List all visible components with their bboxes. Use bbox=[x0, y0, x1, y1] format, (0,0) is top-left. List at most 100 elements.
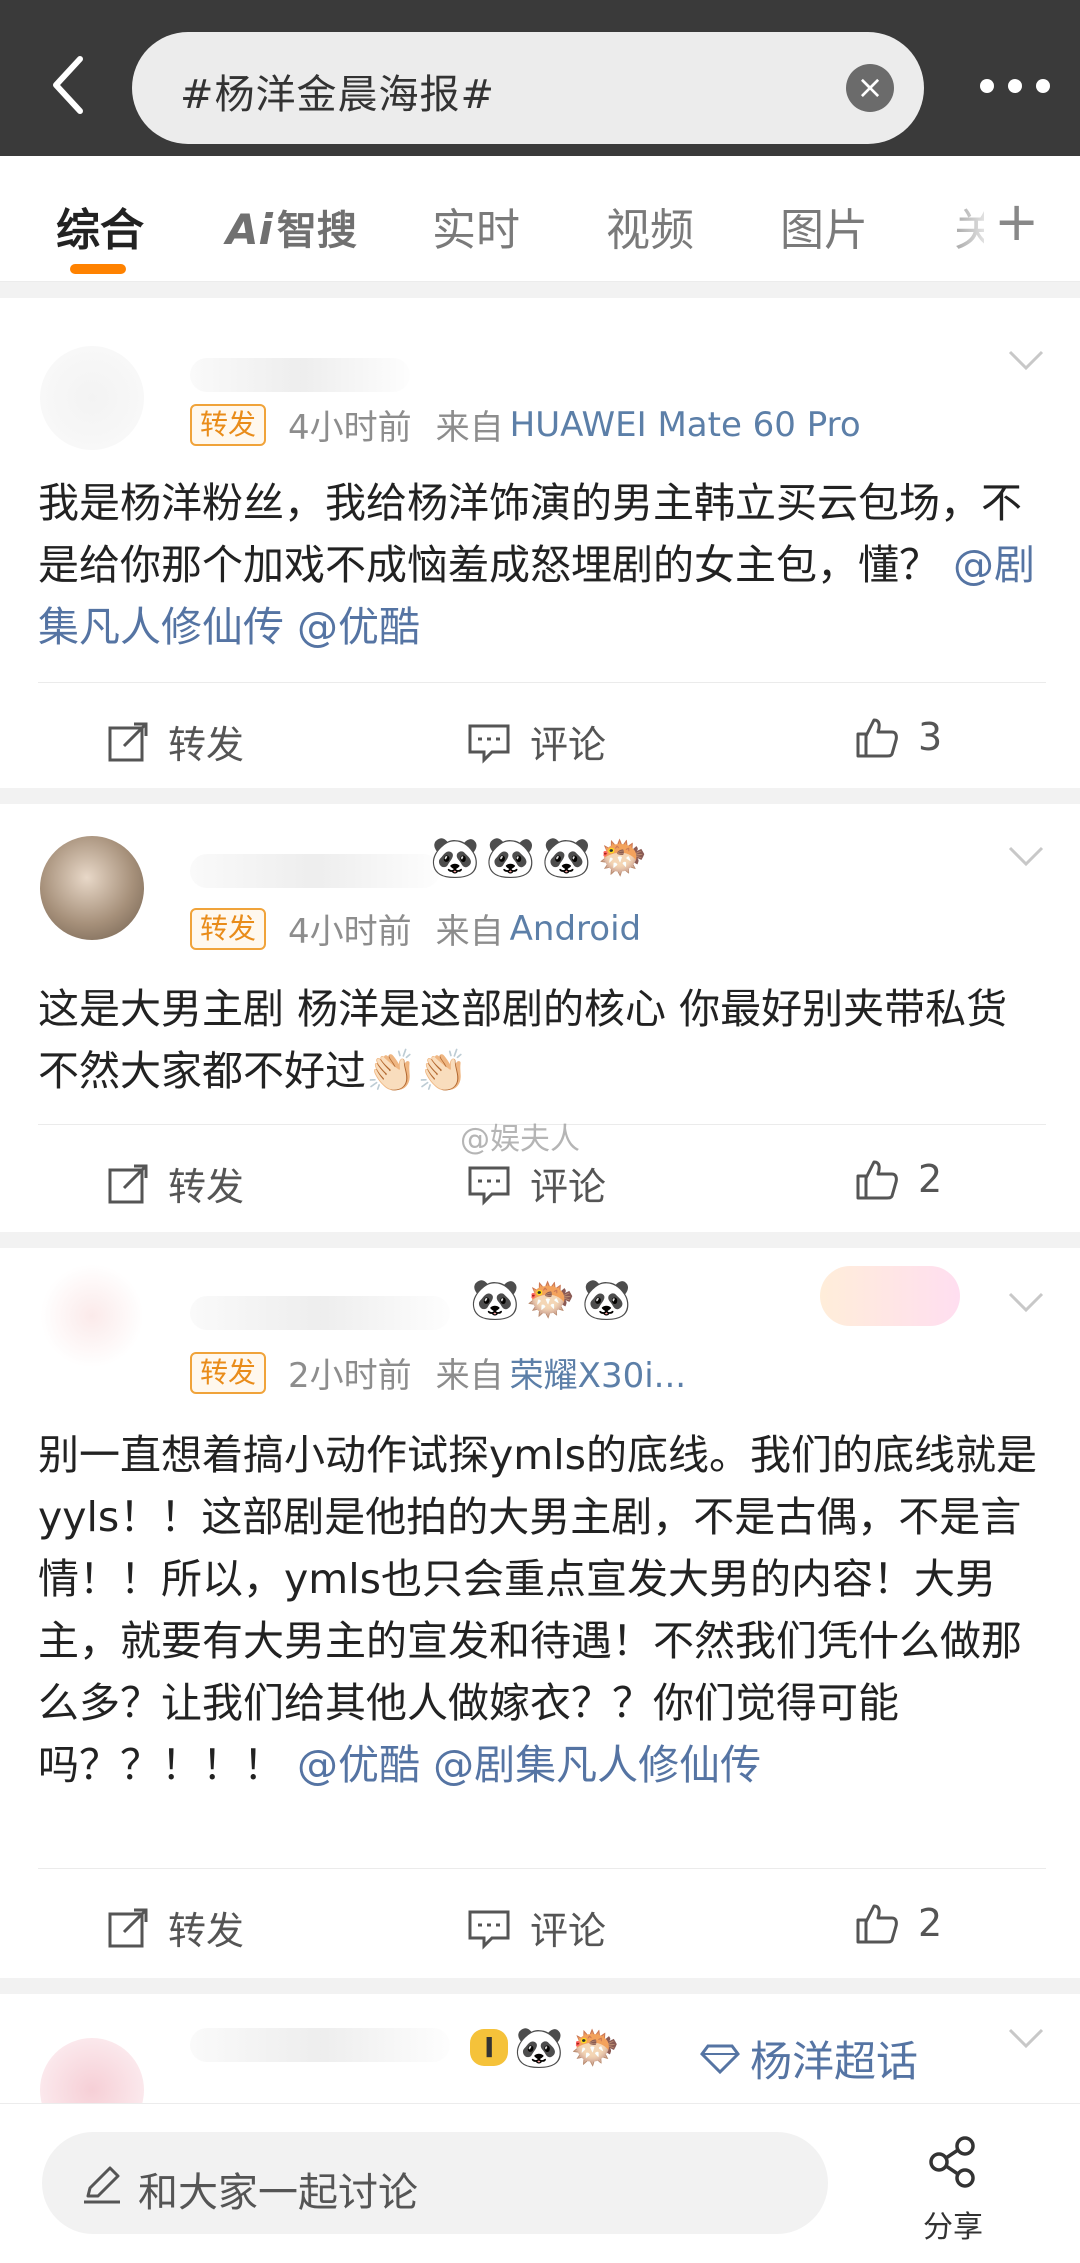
avatar[interactable] bbox=[40, 2038, 144, 2104]
panda-icon: 🐼 bbox=[581, 1277, 632, 1323]
comment-button[interactable]: 评论 bbox=[466, 1156, 606, 1211]
repost-icon bbox=[108, 1164, 148, 1203]
tab-video[interactable]: 视频 bbox=[606, 194, 694, 258]
share-label: 分享 bbox=[923, 2210, 983, 2245]
decoration-badge bbox=[820, 1266, 960, 1326]
divider bbox=[38, 682, 1046, 683]
like-count: 2 bbox=[918, 1157, 943, 1201]
username-blurred[interactable] bbox=[190, 1296, 450, 1330]
comment-icon bbox=[468, 1910, 510, 1950]
repost-button[interactable]: 转发 bbox=[106, 714, 244, 769]
post-time: 2小时前 bbox=[288, 1356, 412, 1396]
thumbs-up-icon bbox=[856, 718, 898, 758]
post-source[interactable]: 荣耀X30i... bbox=[510, 1348, 686, 1397]
chevron-down-icon[interactable] bbox=[1006, 842, 1046, 872]
discuss-placeholder: 和大家一起讨论 bbox=[138, 2170, 418, 2216]
post-text: 这是大男主剧 杨洋是这部剧的核心 你最好别夹带私货 不然大家都不好过👏🏻👏🏻 bbox=[38, 985, 1008, 1095]
user-badges: 🐼 🐼 🐼 🐡 bbox=[430, 834, 647, 881]
tab-ai-search[interactable]: Ai 智搜 bbox=[226, 198, 357, 256]
post-text: 别一直想着搞小动作试探ymls的底线。我们的底线就是yyls！！这部剧是他拍的大… bbox=[38, 1431, 1037, 1789]
action-bar: 转发 评论 2 bbox=[0, 1870, 1080, 1980]
mention-link[interactable]: @优酷 bbox=[297, 603, 420, 651]
comment-icon bbox=[468, 1166, 510, 1206]
username-blurred[interactable] bbox=[190, 358, 410, 392]
like-count: 2 bbox=[918, 1901, 943, 1945]
divider bbox=[38, 1868, 1046, 1869]
username-blurred[interactable] bbox=[190, 2028, 450, 2062]
chevron-down-icon[interactable] bbox=[1006, 2024, 1046, 2054]
post-card[interactable]: 🐼 🐼 🐼 🐡 转发 4小时前 来自 Android 这是大男主剧 杨洋是这部剧… bbox=[0, 804, 1080, 1232]
back-button[interactable] bbox=[38, 50, 98, 120]
repost-button[interactable]: 转发 bbox=[106, 1156, 244, 1211]
comment-button[interactable]: 评论 bbox=[466, 714, 606, 769]
from-label: 来自 bbox=[435, 1356, 504, 1396]
panda-icon: 🐼 bbox=[470, 1277, 520, 1323]
avatar[interactable] bbox=[40, 836, 144, 940]
ai-logo: Ai bbox=[226, 205, 273, 254]
chevron-down-icon[interactable] bbox=[1006, 1288, 1046, 1318]
tab-realtime[interactable]: 实时 bbox=[432, 194, 520, 258]
tab-images[interactable]: 图片 bbox=[780, 194, 868, 258]
thumbs-up-icon bbox=[856, 1160, 898, 1200]
top-bar: #杨洋金晨海报# × bbox=[0, 0, 1080, 156]
tab-ai-search-label: 智搜 bbox=[276, 208, 357, 254]
chevron-left-icon bbox=[53, 56, 83, 114]
like-button[interactable]: 2 bbox=[854, 1900, 942, 1946]
share-icon bbox=[929, 2136, 975, 2188]
from-label: 来自 bbox=[435, 408, 504, 448]
avatar[interactable] bbox=[40, 346, 144, 450]
post-card[interactable]: 🐼 🐡 🐼 转发 2小时前 来自 荣耀X30i... 别一直想着搞小动作试探ym… bbox=[0, 1248, 1080, 1978]
pufferfish-icon: 🐡 bbox=[525, 1277, 576, 1323]
like-count: 3 bbox=[918, 715, 943, 759]
panda-icon: 🐼 bbox=[514, 2025, 565, 2071]
post-text: 我是杨洋粉丝，我给杨洋饰演的男主韩立买云包场，不是给你那个加戏不成恼羞成怒埋剧的… bbox=[38, 479, 1036, 651]
user-badges: I 🐼 🐡 bbox=[470, 2024, 620, 2071]
tab-bar: 综合 Ai 智搜 实时 视频 图片 关 + bbox=[0, 156, 1080, 282]
panda-icon: 🐼 bbox=[541, 835, 592, 881]
share-button[interactable]: 分享 bbox=[912, 2134, 994, 2246]
thumbs-up-icon bbox=[856, 1904, 898, 1944]
chevron-down-icon[interactable] bbox=[1006, 346, 1046, 376]
post-meta: 转发 4小时前 来自 Android bbox=[190, 904, 641, 953]
divider bbox=[0, 282, 1080, 298]
like-button[interactable]: 3 bbox=[854, 714, 942, 760]
add-tab-icon[interactable]: + bbox=[994, 190, 1039, 253]
pufferfish-icon: 🐡 bbox=[570, 2025, 621, 2071]
like-button[interactable]: 2 bbox=[854, 1156, 942, 1202]
pencil-icon bbox=[84, 2166, 120, 2204]
comment-icon bbox=[468, 724, 510, 764]
divider bbox=[0, 1232, 1080, 1248]
post-meta: 转发 4小时前 来自 HUAWEI Mate 60 Pro bbox=[190, 400, 861, 449]
from-label: 来自 bbox=[435, 912, 504, 952]
watermark: @娱夫人 bbox=[460, 1122, 580, 1157]
discuss-input[interactable]: 和大家一起讨论 bbox=[42, 2132, 828, 2234]
bottom-bar: 和大家一起讨论 分享 bbox=[0, 2103, 1080, 2263]
repost-badge: 转发 bbox=[190, 403, 267, 446]
repost-button[interactable]: 转发 bbox=[106, 1900, 244, 1955]
active-tab-indicator bbox=[70, 264, 126, 274]
more-icon[interactable] bbox=[980, 76, 1050, 96]
repost-icon bbox=[108, 1908, 148, 1947]
search-query: #杨洋金晨海报# bbox=[180, 72, 496, 118]
post-source[interactable]: Android bbox=[510, 909, 641, 949]
clear-icon[interactable]: × bbox=[846, 64, 894, 112]
panda-icon: 🐼 bbox=[485, 835, 536, 881]
post-source[interactable]: HUAWEI Mate 60 Pro bbox=[510, 405, 861, 445]
action-bar: 转发 评论 3 bbox=[0, 684, 1080, 794]
mention-link[interactable]: @剧集凡人修仙传 bbox=[433, 1741, 761, 1789]
panda-icon: 🐼 bbox=[430, 835, 480, 881]
repost-badge: 转发 bbox=[190, 1351, 267, 1394]
super-topic-link[interactable]: 杨洋超话 bbox=[700, 2028, 918, 2089]
mention-link[interactable]: @优酷 bbox=[297, 1741, 420, 1789]
search-input[interactable]: #杨洋金晨海报# × bbox=[132, 32, 924, 144]
level-badge: I bbox=[470, 2029, 509, 2066]
post-card[interactable]: 转发 4小时前 来自 HUAWEI Mate 60 Pro 我是杨洋粉丝，我给杨… bbox=[0, 298, 1080, 788]
post-meta: 转发 2小时前 来自 荣耀X30i... bbox=[190, 1348, 686, 1397]
avatar[interactable] bbox=[40, 1264, 144, 1368]
username-blurred[interactable] bbox=[190, 854, 440, 888]
divider bbox=[0, 1978, 1080, 1994]
comment-button[interactable]: 评论 bbox=[466, 1900, 606, 1955]
tab-comprehensive[interactable]: 综合 bbox=[56, 194, 144, 258]
pufferfish-icon: 🐡 bbox=[597, 835, 648, 881]
divider bbox=[0, 788, 1080, 804]
